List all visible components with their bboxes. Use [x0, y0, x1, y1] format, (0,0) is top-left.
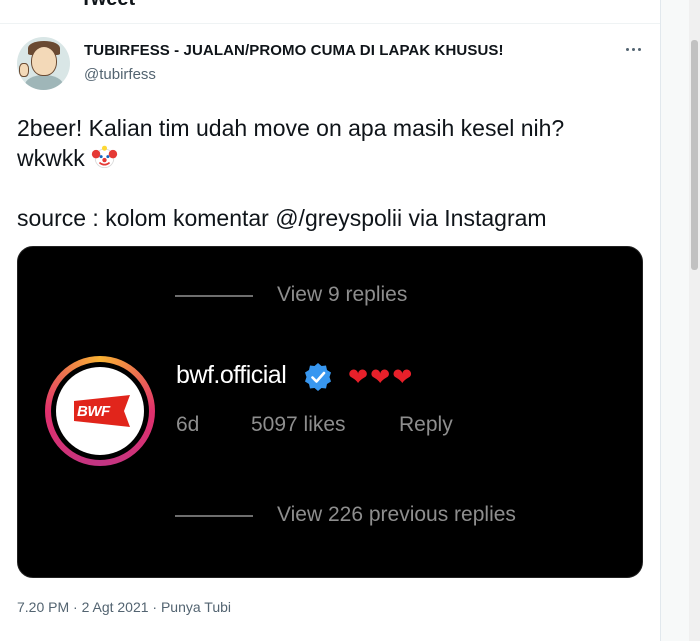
user-handle[interactable]: @tubirfess	[84, 66, 156, 83]
divider-line	[175, 515, 253, 517]
tweet-text-spacer	[17, 173, 647, 203]
clown-face-icon	[91, 145, 117, 169]
view-replies-top: View 9 replies	[277, 283, 408, 306]
scrollbar[interactable]	[689, 0, 700, 641]
tweet-text: 2beer! Kalian tim udah move on apa masih…	[17, 113, 647, 233]
avatar-body	[25, 75, 63, 90]
avatar[interactable]	[17, 37, 70, 90]
page-title: Tweet	[80, 0, 135, 11]
display-name[interactable]: TUBIRFESS - JUALAN/PROMO CUMA DI LAPAK K…	[84, 42, 504, 59]
tweet-text-wkwkk: wkwkk	[17, 145, 85, 171]
divider-line	[175, 295, 253, 297]
verified-badge-icon	[305, 363, 331, 391]
more-dot-icon	[625, 47, 629, 51]
instagram-username: bwf.official	[176, 361, 287, 389]
avatar-face	[31, 46, 57, 76]
story-ring-inner: BWF	[51, 362, 149, 460]
more-dot-icon	[631, 47, 635, 51]
story-ring: BWF	[45, 356, 155, 466]
more-options-button[interactable]	[622, 39, 644, 59]
tweet-text-line-2: wkwkk	[17, 143, 647, 173]
more-dot-icon	[637, 47, 641, 51]
tweet-card: TUBIRFESS - JUALAN/PROMO CUMA DI LAPAK K…	[0, 25, 660, 641]
tweet-text-line-3: source : kolom komentar @/greyspolii via…	[17, 205, 547, 231]
reply-link: Reply	[399, 413, 453, 436]
view-replies-bottom: View 226 previous replies	[277, 503, 516, 526]
tweet-text-line-1: 2beer! Kalian tim udah move on apa masih…	[17, 115, 565, 141]
tweet-media-image[interactable]: View 9 replies BWF bwf.official ❤❤❤ 6d 5…	[17, 246, 643, 578]
scrollbar-thumb[interactable]	[691, 40, 698, 270]
tweet-timestamp[interactable]: 7.20 PM · 2 Agt 2021 · Punya Tubi	[17, 599, 231, 615]
bwf-logo-text: BWF	[77, 403, 110, 420]
heart-emojis: ❤❤❤	[348, 364, 415, 391]
avatar-waving-hand	[19, 63, 29, 77]
likes-count: 5097 likes	[251, 413, 346, 436]
bwf-logo: BWF	[56, 367, 144, 455]
comment-age: 6d	[176, 413, 200, 436]
page-header: Tweet	[0, 0, 660, 24]
